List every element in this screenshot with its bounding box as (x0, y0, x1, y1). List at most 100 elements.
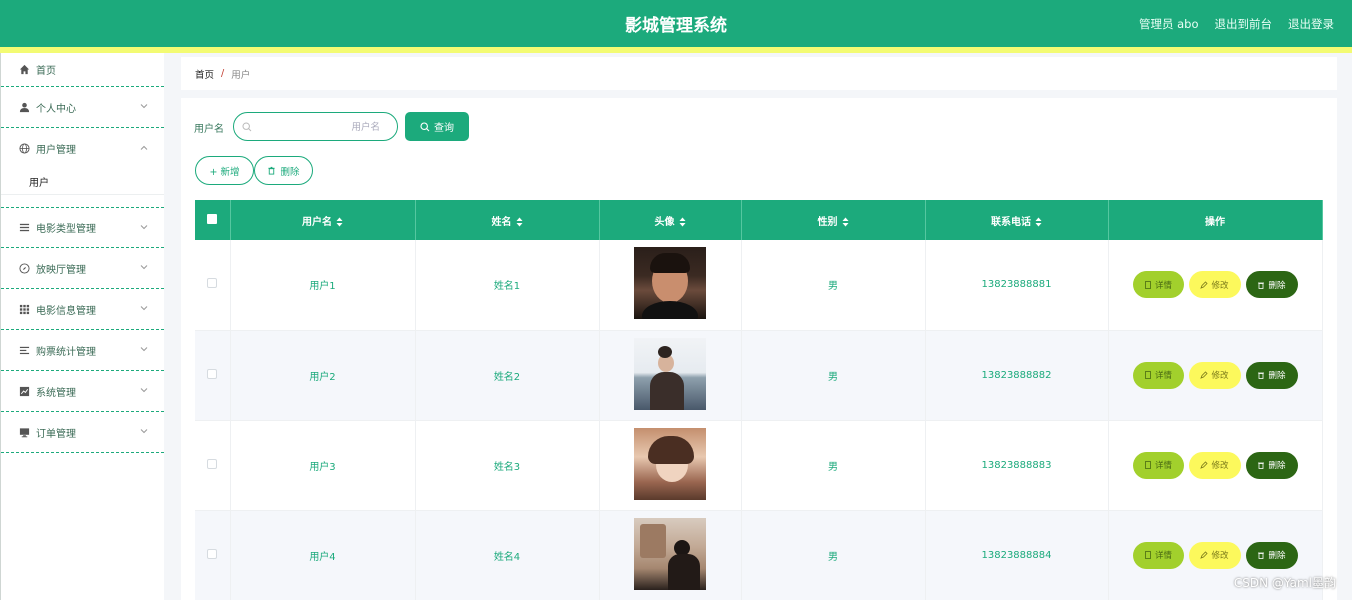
sidebar-item-home[interactable]: 首页 (1, 53, 164, 87)
edit-icon (1200, 281, 1209, 289)
name-cell: 姓名3 (415, 420, 600, 511)
chevron-down-icon (140, 263, 148, 271)
row-select-cell[interactable] (195, 240, 231, 331)
sidebar-subitem-users[interactable]: 用户 (1, 169, 164, 195)
avatar (634, 337, 706, 410)
chevron-up-icon (140, 144, 148, 152)
sort-icon[interactable] (842, 217, 849, 227)
sidebar-item-movie-type[interactable]: 电影类型管理 (1, 207, 164, 248)
search-field[interactable] (233, 112, 398, 141)
row-checkbox[interactable] (207, 368, 218, 379)
edit-icon (1200, 461, 1209, 469)
globe-icon (19, 143, 30, 154)
edit-button-label: 修改 (1211, 280, 1229, 291)
search-input[interactable] (258, 117, 390, 137)
column-header-name[interactable]: 姓名 (415, 200, 600, 240)
delete-button-label: 删除 (1268, 280, 1286, 291)
sidebar-item-user-management[interactable]: 用户管理 (1, 128, 164, 169)
row-checkbox[interactable] (207, 458, 218, 469)
breadcrumb-home[interactable]: 首页 (195, 67, 214, 81)
detail-button-label: 详情 (1154, 371, 1172, 381)
row-checkbox[interactable] (207, 548, 218, 559)
sidebar-item-label: 个人中心 (36, 103, 76, 115)
chart-icon (19, 386, 30, 397)
delete-button-label: 删除 (1268, 551, 1286, 561)
sidebar-item-profile[interactable]: 个人中心 (1, 87, 164, 128)
delete-button[interactable]: 删除 (1245, 541, 1298, 569)
avatar (634, 517, 706, 590)
gender-cell: 男 (741, 420, 926, 511)
sort-icon[interactable] (1035, 217, 1042, 227)
username-cell: 用户3 (230, 420, 416, 511)
avatar-cell (599, 510, 742, 600)
detail-button[interactable]: 详情 (1132, 361, 1184, 389)
column-header-label: 性别 (817, 216, 838, 228)
sidebar-item-movie-info[interactable]: 电影信息管理 (1, 289, 164, 330)
name-cell: 姓名1 (415, 240, 600, 331)
edit-button-label: 修改 (1211, 371, 1229, 381)
row-checkbox[interactable] (207, 278, 218, 289)
user-icon (19, 102, 30, 113)
sidebar-item-hall[interactable]: 放映厅管理 (1, 248, 164, 289)
column-header-gender[interactable]: 性别 (741, 200, 926, 240)
add-button-label: + 新增 (209, 166, 240, 178)
row-select-cell[interactable] (195, 420, 231, 511)
delete-button[interactable]: 删除 (1245, 271, 1298, 299)
edit-button[interactable]: 修改 (1188, 451, 1241, 479)
search-button[interactable]: 查询 (405, 112, 469, 141)
sort-icon[interactable] (679, 217, 686, 227)
edit-button[interactable]: 修改 (1188, 271, 1241, 299)
column-header-label: 联系电话 (991, 216, 1031, 228)
detail-button[interactable]: 详情 (1132, 451, 1184, 479)
edit-icon (1200, 551, 1209, 559)
logout-link[interactable]: 退出登录 (1288, 16, 1334, 32)
document-icon (1145, 371, 1151, 379)
column-header-label: 用户名 (302, 216, 332, 228)
username-cell: 用户4 (230, 510, 416, 600)
delete-button[interactable]: 删除 (1245, 451, 1298, 479)
select-all-checkbox[interactable] (207, 213, 218, 224)
batch-delete-button[interactable]: 删除 (254, 156, 313, 185)
add-button[interactable]: + 新增 (195, 156, 254, 185)
column-header-phone[interactable]: 联系电话 (925, 200, 1109, 240)
sidebar-item-label: 首页 (36, 66, 56, 77)
chevron-down-icon (140, 386, 148, 394)
detail-button-label: 详情 (1154, 280, 1172, 291)
select-all-cell[interactable] (195, 200, 231, 240)
username-cell: 用户2 (230, 330, 416, 421)
sidebar-item-ticket-stats[interactable]: 购票统计管理 (1, 330, 164, 371)
column-header-username[interactable]: 用户名 (230, 200, 416, 240)
edit-button[interactable]: 修改 (1188, 541, 1241, 569)
phone-cell: 13823888882 (925, 330, 1109, 421)
actions-cell: 详情 修改 删除 (1108, 420, 1323, 511)
detail-button-label: 详情 (1154, 461, 1172, 471)
compass-icon (19, 262, 30, 274)
delete-button-label: 删除 (1268, 461, 1286, 471)
actions-cell: 详情 修改 删除 (1108, 330, 1323, 421)
delete-button[interactable]: 删除 (1245, 361, 1298, 389)
sort-icon[interactable] (516, 217, 523, 227)
search-button-label: 查询 (434, 123, 454, 134)
accent-strip (0, 47, 1352, 53)
column-header-avatar[interactable]: 头像 (599, 200, 742, 240)
admin-user-label[interactable]: 管理员 abo (1139, 16, 1199, 32)
detail-button[interactable]: 详情 (1132, 541, 1184, 569)
edit-button[interactable]: 修改 (1188, 361, 1241, 389)
column-header-actions: 操作 (1108, 200, 1323, 240)
row-select-cell[interactable] (195, 330, 231, 421)
sidebar-item-system[interactable]: 系统管理 (1, 371, 164, 412)
username-cell: 用户1 (230, 240, 416, 331)
row-select-cell[interactable] (195, 510, 231, 600)
avatar (634, 427, 706, 500)
sort-icon[interactable] (336, 217, 343, 227)
avatar (634, 247, 706, 320)
chevron-down-icon (140, 223, 148, 231)
sidebar-item-orders[interactable]: 订单管理 (1, 412, 164, 453)
detail-button-label: 详情 (1154, 551, 1172, 561)
monitor-icon (19, 427, 30, 438)
column-header-label: 姓名 (491, 216, 512, 228)
detail-button[interactable]: 详情 (1132, 271, 1184, 299)
sidebar-item-label: 电影类型管理 (36, 224, 96, 235)
back-to-frontend-link[interactable]: 退出到前台 (1215, 16, 1273, 32)
edit-icon (1200, 371, 1209, 379)
